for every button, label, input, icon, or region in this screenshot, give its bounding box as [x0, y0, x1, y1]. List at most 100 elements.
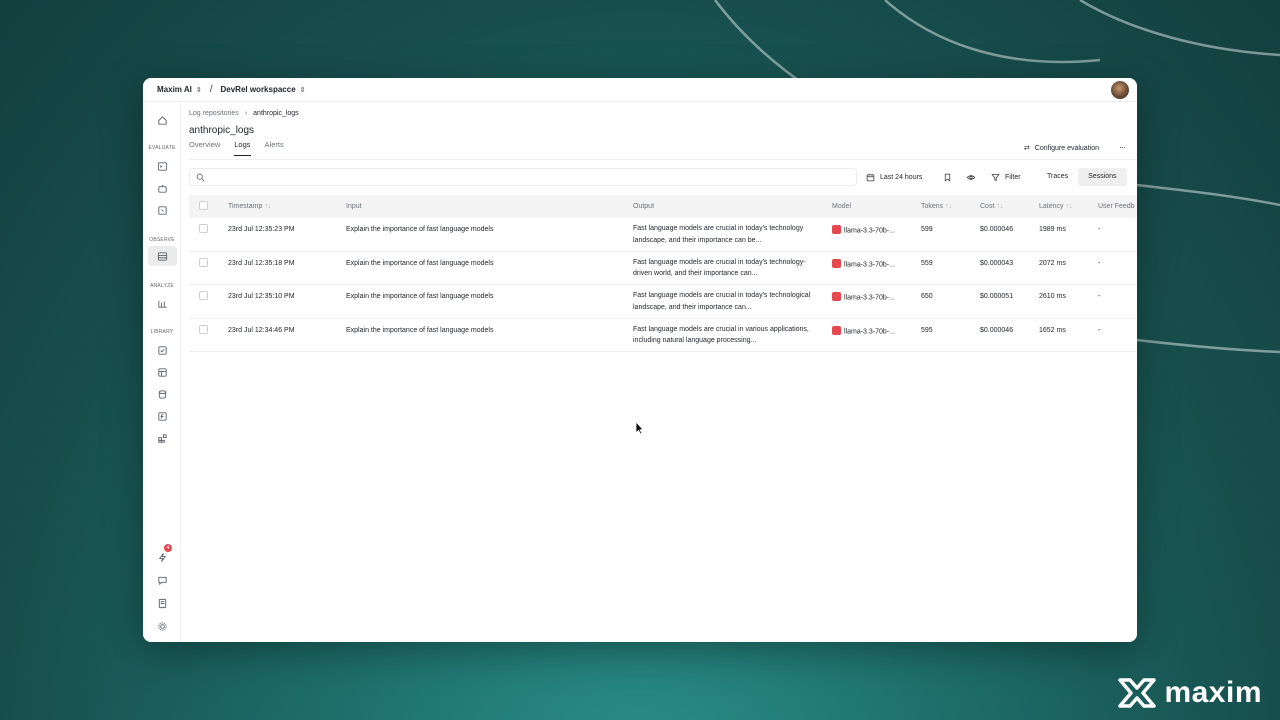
cell-model: llama-3.3-70b-... — [832, 292, 895, 302]
view-sessions-button[interactable]: Sessions — [1078, 168, 1127, 186]
row-checkbox[interactable] — [199, 257, 208, 267]
model-provider-icon — [832, 225, 841, 234]
cell-latency: 2610 ms — [1039, 293, 1066, 300]
search-input[interactable] — [209, 173, 809, 181]
cell-feedback: - — [1098, 326, 1101, 334]
home-icon[interactable] — [154, 112, 170, 128]
sort-icon: ↑↓ — [945, 203, 953, 210]
column-label: Tokens — [921, 203, 944, 210]
cell-timestamp: 23rd Jul 12:34:46 PM — [228, 326, 295, 334]
cell-latency: 1989 ms — [1039, 226, 1066, 233]
cell-input: Explain the importance of fast language … — [346, 293, 494, 300]
chart-icon[interactable] — [154, 295, 170, 311]
book-icon[interactable] — [154, 595, 170, 611]
row-checkbox[interactable] — [199, 324, 208, 334]
terminal-icon[interactable] — [154, 158, 170, 174]
column-header-latency[interactable]: Latency ↑↓ — [1039, 203, 1073, 210]
table-header: Timestamp ↑↓ Input Output Model Tokens ↑↓ … — [189, 195, 1137, 218]
message-icon[interactable] — [154, 572, 170, 588]
cell-tokens: 559 — [921, 259, 933, 267]
section-label-observe: OBSERVE — [149, 237, 175, 243]
model-name: llama-3.3-70b-... — [844, 294, 895, 302]
more-options-button[interactable]: ··· — [1119, 142, 1126, 152]
column-header-output: Output — [633, 203, 655, 210]
column-label: Latency — [1039, 203, 1064, 210]
table-row[interactable]: 23rd Jul 12:35:18 PM Explain the importa… — [189, 252, 1137, 285]
sort-icon: ↑↓ — [996, 203, 1004, 210]
select-all-checkbox[interactable] — [199, 201, 208, 210]
time-range-selector[interactable]: Last 24 hours — [866, 168, 922, 186]
sort-icon: ↑↓ — [264, 203, 272, 210]
configure-evaluation-button[interactable]: ⇄ Configure evaluation — [1024, 144, 1099, 153]
checkbox-icon[interactable] — [154, 342, 170, 358]
filter-button[interactable]: Filter — [991, 168, 1021, 186]
cell-output: Fast language models are crucial in toda… — [633, 292, 811, 311]
cell-latency: 1652 ms — [1039, 326, 1066, 334]
cell-tokens: 595 — [921, 326, 933, 334]
workflow-icon[interactable] — [154, 202, 170, 218]
eye-icon[interactable] — [966, 168, 976, 186]
mouse-cursor-icon — [635, 421, 644, 435]
search-box — [189, 168, 857, 186]
column-header-model: Model — [832, 203, 852, 210]
column-label: Cost — [980, 203, 995, 210]
row-checkbox[interactable] — [199, 224, 208, 233]
sidebar: EVALUATE OBSERVE ANALYZE LIBRARY 4 — [143, 102, 181, 642]
chevron-updown-icon: ⇕ — [195, 86, 202, 94]
cell-tokens: 650 — [921, 293, 933, 300]
section-label-analyze: ANALYZE — [150, 283, 174, 289]
bookmark-icon[interactable] — [943, 168, 952, 186]
column-header-input: Input — [346, 203, 362, 210]
model-name: llama-3.3-70b-... — [844, 327, 895, 335]
topbar-separator: / — [209, 84, 213, 95]
sort-icon: ↑↓ — [1065, 203, 1073, 210]
filter-label: Filter — [1005, 173, 1021, 181]
toolbar: Last 24 hours Filter Traces Sessions — [189, 168, 1131, 186]
function-icon[interactable] — [154, 408, 170, 424]
bot-icon[interactable] — [154, 180, 170, 196]
topbar: Maxim AI ⇕ / DevRel workspacce ⇕ — [143, 78, 1137, 102]
cell-feedback: - — [1098, 293, 1101, 300]
logs-icon[interactable] — [154, 248, 170, 264]
user-avatar[interactable] — [1111, 81, 1129, 99]
tab-alerts[interactable]: Alerts — [265, 140, 284, 156]
cell-cost: $0.000051 — [980, 293, 1014, 300]
org-switcher[interactable]: Maxim AI ⇕ — [157, 85, 202, 94]
table-row[interactable]: 23rd Jul 12:35:10 PM Explain the importa… — [189, 285, 1137, 319]
column-header-user-feedback: User Feedb — [1098, 203, 1135, 210]
maxim-logo-icon — [1118, 678, 1157, 708]
gear-icon[interactable] — [154, 618, 170, 634]
table-row[interactable]: 23rd Jul 12:35:23 PM Explain the importa… — [189, 218, 1137, 252]
tab-logs[interactable]: Logs — [234, 140, 251, 156]
workspace-switcher[interactable]: DevRel workspacce ⇕ — [220, 85, 305, 94]
column-header-tokens[interactable]: Tokens ↑↓ — [921, 203, 952, 210]
cell-tokens: 599 — [921, 226, 933, 233]
time-range-label: Last 24 hours — [880, 173, 923, 181]
tab-overview[interactable]: Overview — [189, 140, 220, 156]
cell-timestamp: 23rd Jul 12:35:23 PM — [228, 226, 295, 233]
view-toggle: Traces Sessions — [1037, 168, 1127, 186]
row-checkbox[interactable] — [199, 291, 208, 300]
table-row[interactable]: 23rd Jul 12:34:46 PM Explain the importa… — [189, 319, 1137, 352]
cell-feedback: - — [1098, 259, 1101, 267]
section-label-library: LIBRARY — [150, 329, 174, 335]
table-icon[interactable] — [154, 364, 170, 380]
chevron-right-icon: › — [244, 110, 248, 117]
column-header-cost[interactable]: Cost ↑↓ — [980, 203, 1003, 210]
model-name: llama-3.3-70b-... — [844, 260, 895, 268]
logs-table: Timestamp ↑↓ Input Output Model Tokens ↑↓ … — [189, 195, 1137, 352]
cell-output: Fast language models are crucial in vari… — [633, 325, 809, 345]
notification-badge: 4 — [164, 544, 172, 552]
cell-model: llama-3.3-70b-... — [832, 258, 895, 269]
cell-timestamp: 23rd Jul 12:35:10 PM — [228, 293, 295, 300]
calendar-icon — [866, 173, 875, 181]
breadcrumb-parent[interactable]: Log repositories — [189, 110, 239, 117]
blocks-icon[interactable] — [154, 430, 170, 446]
view-traces-button[interactable]: Traces — [1037, 168, 1078, 186]
page-title: anthropic_logs — [189, 125, 255, 136]
database-icon[interactable] — [154, 386, 170, 402]
cell-input: Explain the importance of fast language … — [346, 259, 494, 267]
maxim-wordmark: maxim — [1164, 676, 1262, 709]
cell-output: Fast language models are crucial in toda… — [633, 258, 806, 278]
column-header-timestamp[interactable]: Timestamp ↑↓ — [228, 203, 271, 210]
